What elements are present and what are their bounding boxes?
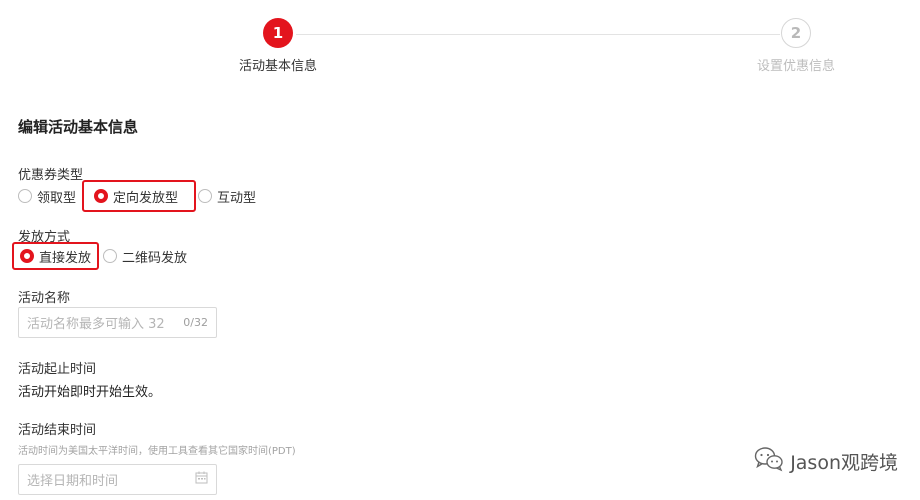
step-label: 活动基本信息 bbox=[238, 59, 317, 74]
radio-label: 直接发放 bbox=[39, 250, 92, 266]
watermark-text: Jason观跨境 bbox=[790, 451, 898, 474]
start-time-label: 活动起止时间 bbox=[18, 362, 97, 377]
activity-name-input[interactable]: 活动名称最多可输入 32 0/32 bbox=[18, 307, 217, 338]
step-basic-info: 1 活动基本信息 bbox=[218, 18, 338, 74]
input-placeholder: 活动名称最多可输入 32 bbox=[27, 317, 165, 332]
calendar-icon[interactable] bbox=[195, 471, 208, 488]
radio-option-qrcode[interactable]: 二维码发放 bbox=[103, 247, 187, 266]
highlight-box: 定向发放型 bbox=[82, 180, 197, 212]
step-discount-info: 2 设置优惠信息 bbox=[736, 18, 856, 74]
wechat-icon bbox=[754, 446, 784, 476]
highlight-box: 直接发放 bbox=[12, 242, 100, 270]
character-counter: 0/32 bbox=[183, 316, 208, 329]
radio-button-checked[interactable] bbox=[20, 249, 34, 263]
radio-button[interactable] bbox=[18, 189, 32, 203]
radio-option-claim[interactable]: 领取型 bbox=[18, 187, 76, 206]
start-time-value: 活动开始即时开始生效。 bbox=[18, 385, 162, 400]
end-time-date-picker[interactable]: 选择日期和时间 bbox=[18, 464, 217, 495]
section-title: 编辑活动基本信息 bbox=[18, 118, 139, 136]
step-label: 设置优惠信息 bbox=[756, 59, 835, 74]
step-number-badge: 1 bbox=[263, 18, 293, 48]
radio-label: 定向发放型 bbox=[113, 190, 179, 206]
timezone-hint: 活动时间为美国太平洋时间，使用工具查看其它国家时间(PDT) bbox=[18, 446, 296, 457]
stepper: 1 活动基本信息 2 设置优惠信息 bbox=[0, 0, 920, 90]
coupon-type-radio-group: 领取型 定向发放型 互动型 bbox=[18, 180, 256, 212]
radio-button-checked[interactable] bbox=[94, 189, 109, 203]
radio-button[interactable] bbox=[198, 189, 213, 203]
activity-name-label: 活动名称 bbox=[18, 291, 71, 306]
end-time-label: 活动结束时间 bbox=[18, 423, 97, 438]
stepper-connector-line bbox=[296, 34, 780, 35]
radio-option-interactive[interactable]: 互动型 bbox=[198, 187, 256, 206]
step-number-badge: 2 bbox=[781, 18, 811, 48]
radio-label: 领取型 bbox=[37, 190, 77, 206]
watermark: Jason观跨境 bbox=[754, 446, 898, 476]
radio-label: 互动型 bbox=[217, 190, 257, 206]
radio-option-targeted[interactable]: 定向发放型 bbox=[94, 187, 178, 206]
radio-button[interactable] bbox=[103, 249, 118, 263]
input-placeholder: 选择日期和时间 bbox=[27, 474, 119, 489]
issue-method-radio-group: 直接发放 二维码发放 bbox=[12, 242, 187, 270]
radio-label: 二维码发放 bbox=[122, 250, 188, 266]
radio-option-direct[interactable]: 直接发放 bbox=[20, 247, 91, 266]
